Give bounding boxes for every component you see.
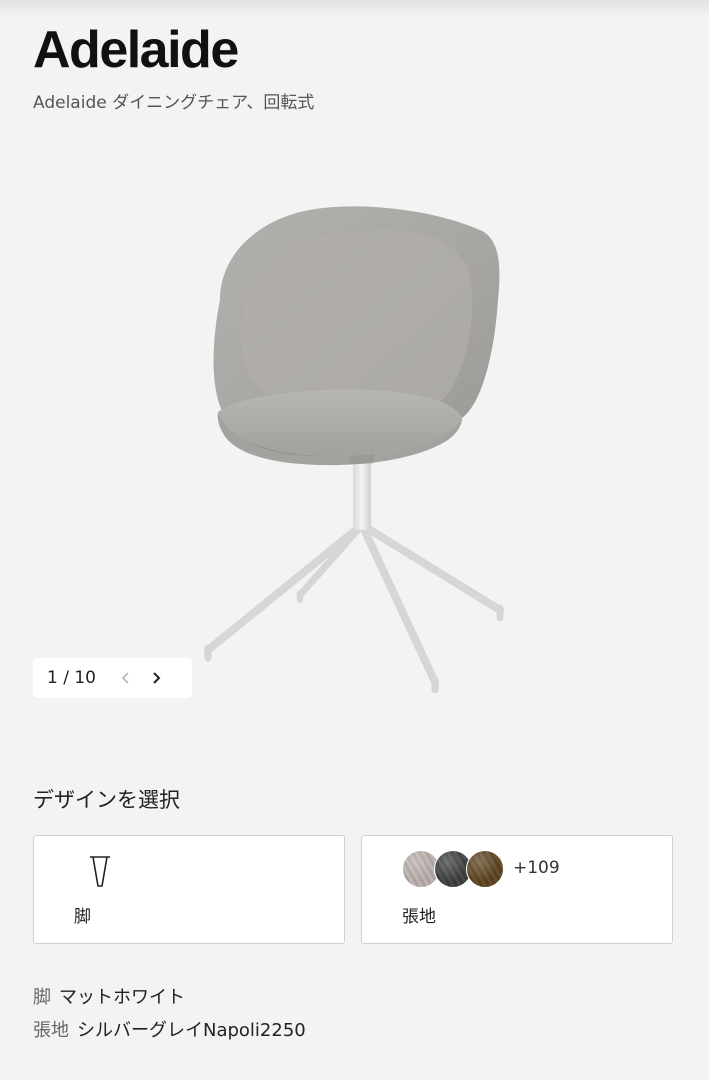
- previous-image-button[interactable]: [111, 663, 141, 693]
- spec-legs-value: マットホワイト: [59, 987, 185, 1008]
- next-image-button[interactable]: [141, 663, 171, 693]
- more-swatches-count: +109: [513, 858, 560, 878]
- product-subtitle: Adelaide ダイニングチェア、回転式: [33, 93, 315, 113]
- legs-option-card[interactable]: 脚: [33, 835, 345, 944]
- product-title: Adelaide: [33, 21, 239, 79]
- spec-fabric-value: シルバーグレイNapoli2250: [77, 1020, 306, 1041]
- spec-fabric: 張地 シルバーグレイNapoli2250: [33, 1019, 306, 1043]
- header-shadow: [0, 0, 709, 18]
- chevron-right-icon: [153, 672, 161, 684]
- brown-fabric-swatch: [466, 850, 504, 888]
- chevron-left-icon: [121, 672, 129, 684]
- gallery-pager: 1 / 10: [33, 658, 192, 698]
- product-image[interactable]: [180, 190, 540, 700]
- chair-base: [204, 521, 504, 694]
- gallery-counter: 1 / 10: [47, 668, 96, 688]
- product-page: Adelaide Adelaide ダイニングチェア、回転式 1 / 10 デザ…: [0, 0, 709, 1080]
- legs-option-label: 脚: [74, 907, 91, 927]
- leg-icon: [90, 856, 110, 887]
- fabric-option-label: 張地: [402, 907, 436, 927]
- spec-fabric-key: 張地: [33, 1020, 69, 1041]
- fabric-swatches: [402, 850, 504, 890]
- design-section-heading: デザインを選択: [33, 788, 180, 812]
- spec-legs: 脚マットホワイト: [33, 986, 185, 1010]
- spec-legs-key: 脚: [33, 987, 51, 1008]
- fabric-option-card[interactable]: +109 張地: [361, 835, 673, 944]
